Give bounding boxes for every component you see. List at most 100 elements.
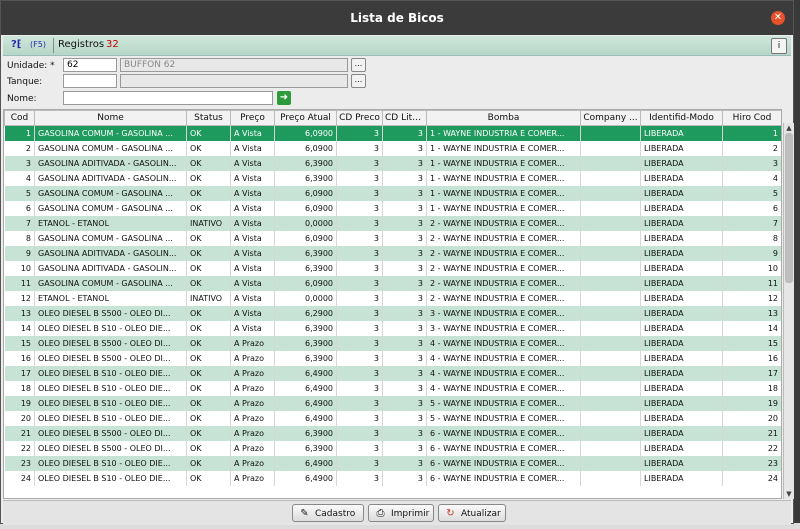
- cell-company[interactable]: [580, 366, 641, 381]
- cell-cd-preco[interactable]: 3: [336, 471, 383, 486]
- cell-bomba[interactable]: 1 - WAYNE INDUSTRIA E COMER...: [426, 186, 581, 201]
- cell-status[interactable]: OK: [186, 426, 231, 441]
- cell-preco[interactable]: A Vista: [230, 201, 275, 216]
- cell-cd-preco[interactable]: 3: [336, 411, 383, 426]
- cell-preco[interactable]: A Vista: [230, 231, 275, 246]
- cell-nome[interactable]: OLEO DIESEL B S500 - OLEO DI...: [34, 306, 187, 321]
- cell-bomba[interactable]: 4 - WAYNE INDUSTRIA E COMER...: [426, 366, 581, 381]
- table-row[interactable]: 3 GASOLINA ADITIVADA - GASOLIN... OK A Vist…: [4, 156, 781, 171]
- cell-preco-atual[interactable]: 6,4900: [274, 411, 337, 426]
- cell-nome[interactable]: OLEO DIESEL B S10 - OLEO DIE...: [34, 321, 187, 336]
- cell-bomba[interactable]: 3 - WAYNE INDUSTRIA E COMER...: [426, 321, 581, 336]
- cell-cod[interactable]: 5: [4, 186, 35, 201]
- cell-cd-preco[interactable]: 3: [336, 336, 383, 351]
- cell-nome[interactable]: GASOLINA COMUM - GASOLINA ...: [34, 201, 187, 216]
- cell-nome[interactable]: GASOLINA COMUM - GASOLINA ...: [34, 186, 187, 201]
- cell-cd-preco[interactable]: 3: [336, 276, 383, 291]
- cell-hiro-cod[interactable]: 8: [722, 231, 781, 246]
- table-row[interactable]: 12 ETANOL - ETANOL INATIVO A Vista 0,0000 3 3 2…: [4, 291, 781, 306]
- cell-identifid-modo[interactable]: LIBERADA: [640, 306, 723, 321]
- cell-hiro-cod[interactable]: 9: [722, 246, 781, 261]
- cell-company[interactable]: [580, 336, 641, 351]
- cell-company[interactable]: [580, 201, 641, 216]
- cell-cod[interactable]: 19: [4, 396, 35, 411]
- column-header-bomba[interactable]: Bomba: [426, 110, 581, 126]
- tanque-code-input[interactable]: [63, 74, 117, 88]
- cell-nome[interactable]: GASOLINA ADITIVADA - GASOLIN...: [34, 246, 187, 261]
- cell-preco-atual[interactable]: 6,0900: [274, 141, 337, 156]
- cell-cd-preco[interactable]: 3: [336, 216, 383, 231]
- cell-cd-litros[interactable]: 3: [382, 411, 427, 426]
- cell-status[interactable]: OK: [186, 141, 231, 156]
- cell-cd-litros[interactable]: 3: [382, 336, 427, 351]
- cell-preco[interactable]: A Vista: [230, 156, 275, 171]
- tanque-lookup-button[interactable]: ...: [351, 74, 366, 88]
- cell-preco-atual[interactable]: 6,0900: [274, 276, 337, 291]
- cell-cd-litros[interactable]: 3: [382, 186, 427, 201]
- cell-company[interactable]: [580, 351, 641, 366]
- info-icon[interactable]: i: [771, 38, 787, 54]
- cell-cd-litros[interactable]: 3: [382, 426, 427, 441]
- cell-cd-litros[interactable]: 3: [382, 261, 427, 276]
- cell-status[interactable]: OK: [186, 351, 231, 366]
- cell-cd-preco[interactable]: 3: [336, 261, 383, 276]
- cell-identifid-modo[interactable]: LIBERADA: [640, 201, 723, 216]
- cell-company[interactable]: [580, 426, 641, 441]
- cell-cd-litros[interactable]: 3: [382, 306, 427, 321]
- cell-identifid-modo[interactable]: LIBERADA: [640, 246, 723, 261]
- table-row[interactable]: 8 GASOLINA COMUM - GASOLINA ... OK A Vista 6…: [4, 231, 781, 246]
- cell-company[interactable]: [580, 171, 641, 186]
- cell-preco-atual[interactable]: 6,3900: [274, 261, 337, 276]
- cell-bomba[interactable]: 2 - WAYNE INDUSTRIA E COMER...: [426, 216, 581, 231]
- cell-preco[interactable]: A Vista: [230, 291, 275, 306]
- cell-company[interactable]: [580, 231, 641, 246]
- cell-company[interactable]: [580, 261, 641, 276]
- cell-hiro-cod[interactable]: 21: [722, 426, 781, 441]
- cell-status[interactable]: OK: [186, 411, 231, 426]
- cell-preco[interactable]: A Vista: [230, 306, 275, 321]
- cell-status[interactable]: OK: [186, 156, 231, 171]
- cell-hiro-cod[interactable]: 3: [722, 156, 781, 171]
- cell-cd-preco[interactable]: 3: [336, 306, 383, 321]
- cell-status[interactable]: OK: [186, 231, 231, 246]
- cell-cd-preco[interactable]: 3: [336, 426, 383, 441]
- cell-cod[interactable]: 11: [4, 276, 35, 291]
- table-row[interactable]: 23 OLEO DIESEL B S10 - OLEO DIE... OK A Pra…: [4, 456, 781, 471]
- cell-cd-litros[interactable]: 3: [382, 216, 427, 231]
- table-row[interactable]: 22 OLEO DIESEL B S500 - OLEO DI... OK A Pra…: [4, 441, 781, 456]
- cell-cd-litros[interactable]: 3: [382, 201, 427, 216]
- cell-hiro-cod[interactable]: 14: [722, 321, 781, 336]
- cell-cod[interactable]: 20: [4, 411, 35, 426]
- cell-cod[interactable]: 2: [4, 141, 35, 156]
- table-row[interactable]: 16 OLEO DIESEL B S500 - OLEO DI... OK A Pra…: [4, 351, 781, 366]
- column-header-preco-atual[interactable]: Preço Atual: [274, 110, 337, 126]
- cell-identifid-modo[interactable]: LIBERADA: [640, 411, 723, 426]
- cell-cd-litros[interactable]: 3: [382, 171, 427, 186]
- cell-company[interactable]: [580, 321, 641, 336]
- scroll-up-arrow[interactable]: ▲: [785, 124, 793, 132]
- cell-cod[interactable]: 22: [4, 441, 35, 456]
- cell-preco-atual[interactable]: 6,3900: [274, 156, 337, 171]
- cell-preco[interactable]: A Vista: [230, 216, 275, 231]
- table-row[interactable]: 21 OLEO DIESEL B S500 - OLEO DI... OK A Pra…: [4, 426, 781, 441]
- column-header-cod[interactable]: Cod: [4, 110, 35, 126]
- cell-nome[interactable]: OLEO DIESEL B S10 - OLEO DIE...: [34, 471, 187, 486]
- cell-bomba[interactable]: 1 - WAYNE INDUSTRIA E COMER...: [426, 125, 581, 141]
- cell-preco-atual[interactable]: 6,3900: [274, 321, 337, 336]
- cell-cd-preco[interactable]: 3: [336, 125, 383, 141]
- cell-cod[interactable]: 9: [4, 246, 35, 261]
- cell-identifid-modo[interactable]: LIBERADA: [640, 366, 723, 381]
- cell-company[interactable]: [580, 411, 641, 426]
- cell-bomba[interactable]: 1 - WAYNE INDUSTRIA E COMER...: [426, 201, 581, 216]
- cell-cd-litros[interactable]: 3: [382, 291, 427, 306]
- cell-identifid-modo[interactable]: LIBERADA: [640, 471, 723, 486]
- cell-status[interactable]: OK: [186, 456, 231, 471]
- table-row[interactable]: 24 OLEO DIESEL B S10 - OLEO DIE... OK A Pra…: [4, 471, 781, 486]
- cell-cod[interactable]: 15: [4, 336, 35, 351]
- cell-preco[interactable]: A Prazo: [230, 411, 275, 426]
- cell-identifid-modo[interactable]: LIBERADA: [640, 276, 723, 291]
- column-header-cd-litros[interactable]: CD Litros: [382, 110, 427, 126]
- column-header-preco[interactable]: Preço: [230, 110, 275, 126]
- cadastro-button[interactable]: ✎ Cadastro: [292, 504, 364, 522]
- cell-cd-preco[interactable]: 3: [336, 141, 383, 156]
